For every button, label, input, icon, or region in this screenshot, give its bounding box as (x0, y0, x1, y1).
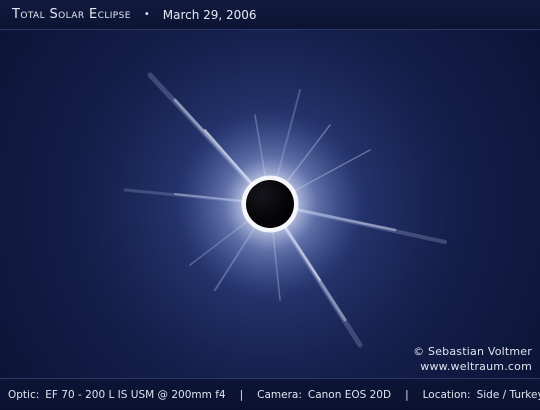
footer-separator: | (239, 388, 244, 401)
copyright-text: © Sebastian Voltmer (413, 345, 532, 358)
location-value: Side / Turkey (476, 388, 540, 401)
camera-value: Canon EOS 20D (307, 388, 392, 401)
page-title: Total Solar Eclipse (12, 7, 131, 22)
eclipse-date: March 29, 2006 (162, 7, 257, 22)
optic-value: EF 70 - 200 L IS USM @ 200mm f4 (45, 388, 226, 401)
camera-label: Camera: (257, 388, 302, 401)
moon-disk (246, 180, 294, 228)
title-bar: Total Solar Eclipse • March 29, 2006 (0, 0, 540, 30)
footer-separator: | (405, 388, 409, 401)
optic-label: Optic: (8, 388, 40, 401)
photo-credit: © Sebastian Voltmer www.weltraum.com (413, 344, 532, 374)
title-separator: • (143, 9, 150, 20)
eclipse-photo: © Sebastian Voltmer www.weltraum.com (0, 30, 540, 378)
corona-illustration (80, 30, 460, 378)
location-label: Location: (422, 388, 471, 401)
website-link[interactable]: www.weltraum.com (413, 359, 532, 374)
equipment-bar: Optic: EF 70 - 200 L IS USM @ 200mm f4 |… (0, 378, 540, 410)
